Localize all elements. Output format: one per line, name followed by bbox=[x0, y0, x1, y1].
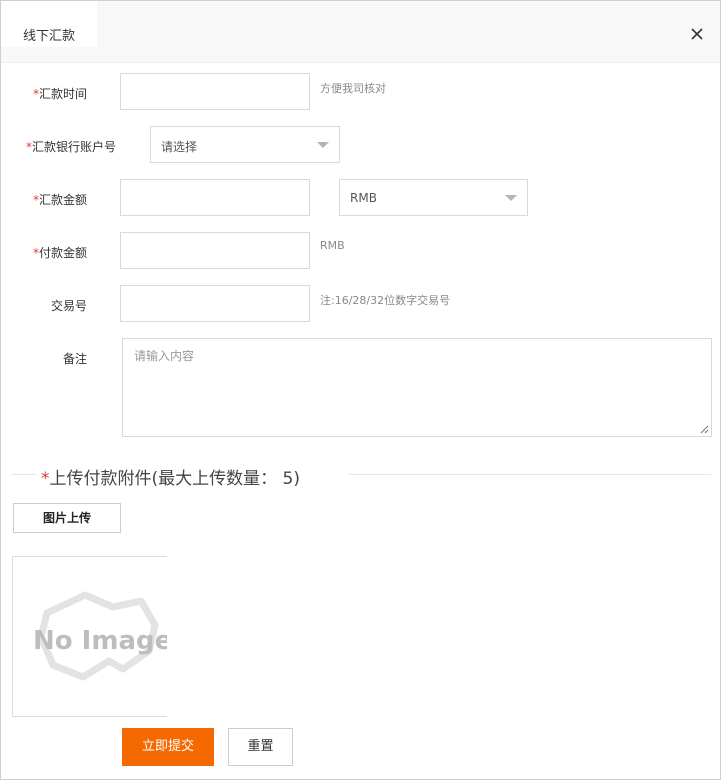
pay-amount-input[interactable] bbox=[120, 232, 310, 269]
reset-button[interactable]: 重置 bbox=[228, 728, 293, 766]
remit-amount-input[interactable] bbox=[120, 179, 310, 216]
pay-amount-label: *付款金额 bbox=[32, 246, 87, 260]
remit-account-label: *汇款银行账户号 bbox=[25, 140, 116, 154]
chevron-down-icon bbox=[317, 142, 329, 148]
submit-button[interactable]: 立即提交 bbox=[122, 728, 214, 766]
section-divider-right bbox=[349, 474, 711, 475]
chevron-down-icon bbox=[505, 195, 517, 201]
remit-account-selected: 请选择 bbox=[161, 140, 198, 154]
dialog-header: 线下汇款 bbox=[1, 1, 720, 63]
trade-no-label: 交易号 bbox=[50, 299, 87, 313]
no-image-icon: No Image bbox=[33, 591, 167, 681]
currency-selected: RMB bbox=[350, 191, 377, 205]
remit-time-label: *汇款时间 bbox=[32, 87, 87, 101]
dialog-tab: 线下汇款 bbox=[1, 1, 97, 47]
remit-time-hint: 方便我司核对 bbox=[320, 82, 386, 95]
trade-no-input[interactable] bbox=[120, 285, 310, 322]
remit-amount-label: *汇款金额 bbox=[32, 193, 87, 207]
section-divider-left bbox=[11, 474, 37, 475]
trade-no-hint: 注:16/28/32位数字交易号 bbox=[320, 294, 451, 307]
close-icon[interactable] bbox=[689, 26, 705, 42]
no-image-text: No Image bbox=[33, 626, 167, 656]
pay-amount-hint: RMB bbox=[320, 239, 345, 252]
dialog-title: 线下汇款 bbox=[23, 29, 76, 44]
resize-grip-icon[interactable] bbox=[700, 425, 709, 434]
remark-label: 备注 bbox=[62, 352, 87, 366]
offline-remittance-dialog: 线下汇款 *汇款时间 方便我司核对 *汇款银行账户号 请选择 *汇款金额 RMB… bbox=[0, 0, 721, 780]
currency-select[interactable]: RMB bbox=[339, 179, 528, 216]
attachment-preview: No Image bbox=[12, 556, 167, 717]
remit-account-select[interactable]: 请选择 bbox=[150, 126, 340, 163]
remark-textarea[interactable]: 请输入内容 bbox=[122, 338, 712, 437]
attachments-title: *上传付款附件(最大上传数量： 5) bbox=[41, 469, 300, 489]
image-upload-button[interactable]: 图片上传 bbox=[13, 503, 121, 533]
remark-placeholder: 请输入内容 bbox=[134, 349, 195, 363]
remit-time-input[interactable] bbox=[120, 73, 310, 110]
